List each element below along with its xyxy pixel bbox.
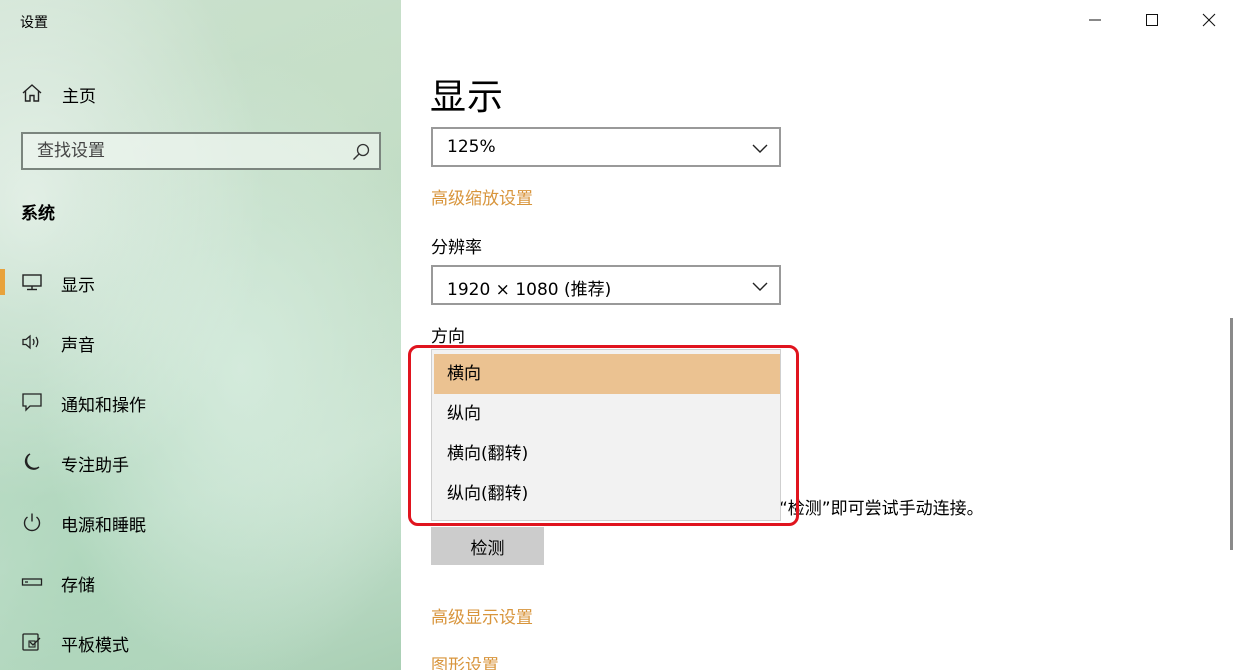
resolution-select-value: 1920 × 1080 (推荐)	[447, 280, 612, 300]
speaker-icon	[22, 334, 39, 350]
chevron-down-icon	[752, 282, 768, 291]
sidebar-item-sound[interactable]: 声音	[0, 322, 401, 362]
storage-icon	[21, 578, 43, 586]
detect-button[interactable]: 检测	[431, 527, 544, 565]
scale-select-value: 125%	[447, 137, 496, 157]
window-controls	[1066, 0, 1237, 40]
advanced-display-link[interactable]: 高级显示设置	[431, 603, 533, 628]
section-title: 系统	[21, 204, 55, 224]
app-title: 设置	[20, 15, 48, 31]
sidebar-item-label: 专注助手	[61, 456, 129, 476]
detect-hint-text: “检测”即可尝试手动连接。	[779, 499, 984, 519]
chevron-down-icon	[752, 144, 768, 153]
scrollbar[interactable]	[1230, 318, 1233, 550]
sidebar-item-storage[interactable]: 存储	[0, 562, 401, 602]
notification-icon	[22, 393, 42, 412]
power-icon	[23, 513, 41, 532]
highlight-annotation	[408, 345, 799, 526]
sidebar: 设置 主页 系统 显示 声音	[0, 0, 401, 670]
sidebar-item-label: 声音	[61, 336, 95, 356]
sidebar-item-label: 主页	[62, 87, 96, 107]
home-icon	[22, 84, 42, 102]
sidebar-item-label: 显示	[61, 276, 95, 296]
scale-select[interactable]: 125%	[431, 127, 781, 167]
search-input[interactable]	[23, 135, 343, 167]
maximize-button[interactable]	[1123, 0, 1180, 40]
sidebar-item-label: 电源和睡眠	[61, 516, 146, 536]
maximize-icon	[1145, 14, 1158, 26]
moon-icon	[24, 453, 40, 470]
sidebar-item-label: 通知和操作	[61, 396, 146, 416]
sidebar-item-focus-assist[interactable]: 专注助手	[0, 442, 401, 482]
sidebar-item-power-sleep[interactable]: 电源和睡眠	[0, 502, 401, 542]
resolution-label: 分辨率	[431, 238, 482, 258]
advanced-scaling-link[interactable]: 高级缩放设置	[431, 184, 533, 209]
resolution-select[interactable]: 1920 × 1080 (推荐)	[431, 265, 781, 305]
orientation-label: 方向	[431, 327, 465, 347]
main-content: 显示 125% 高级缩放设置 分辨率 1920 × 1080 (推荐) 方向 “…	[401, 0, 1237, 670]
active-indicator	[0, 269, 5, 295]
graphics-settings-link[interactable]: 图形设置	[431, 651, 499, 670]
sidebar-item-home[interactable]: 主页	[0, 76, 401, 110]
sidebar-item-display[interactable]: 显示	[0, 262, 401, 302]
sidebar-item-notifications[interactable]: 通知和操作	[0, 382, 401, 422]
minimize-icon	[1088, 19, 1101, 21]
search-box[interactable]	[21, 132, 381, 170]
tablet-mode-icon	[22, 633, 41, 651]
sidebar-item-label: 平板模式	[61, 636, 129, 656]
close-icon	[1202, 13, 1215, 27]
search-icon[interactable]	[351, 142, 371, 162]
sidebar-item-label: 存储	[61, 576, 95, 596]
minimize-button[interactable]	[1066, 0, 1123, 40]
close-button[interactable]	[1180, 0, 1237, 40]
page-title: 显示	[430, 77, 505, 118]
sidebar-item-tablet-mode[interactable]: 平板模式	[0, 622, 401, 662]
monitor-icon	[22, 274, 42, 291]
